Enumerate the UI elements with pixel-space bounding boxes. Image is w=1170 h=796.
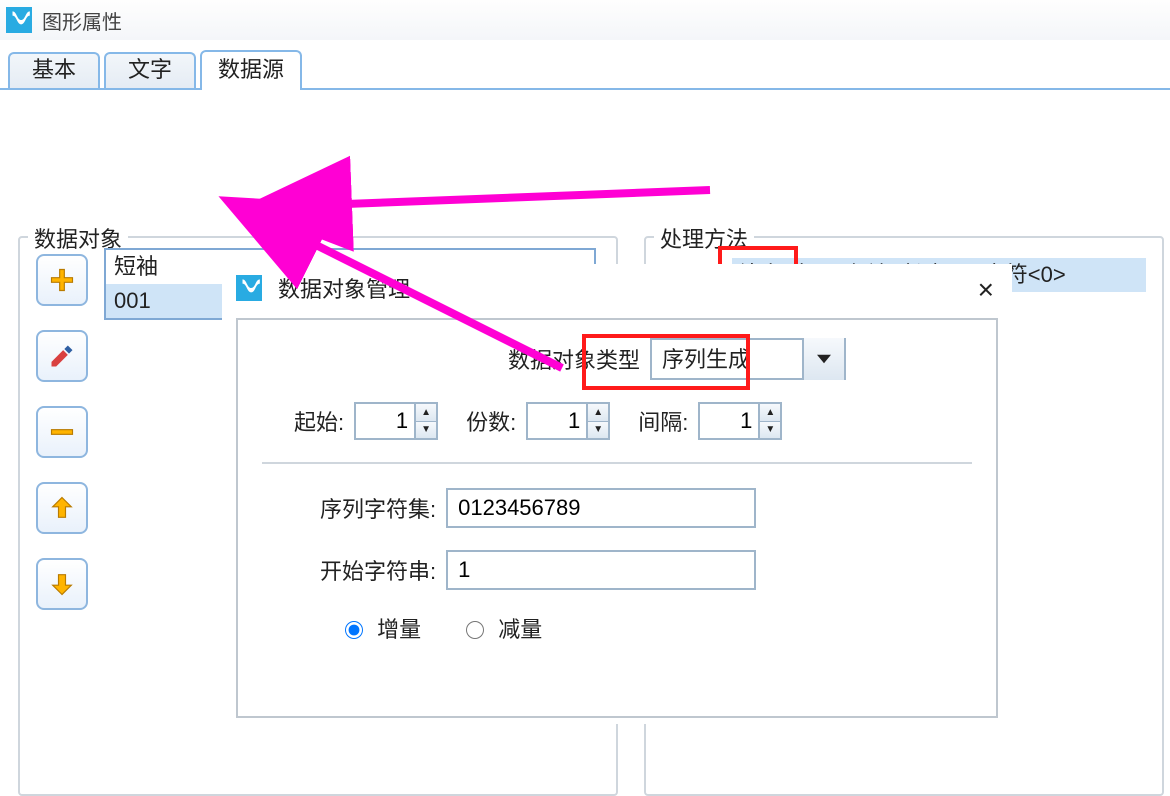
step-input[interactable] — [700, 404, 758, 438]
object-type-label: 数据对象类型 — [508, 343, 640, 375]
add-button[interactable] — [36, 254, 88, 306]
step-spinner[interactable]: ▲ ▼ — [698, 402, 782, 440]
radio-decrement[interactable]: 减量 — [461, 612, 542, 644]
copies-spinner[interactable]: ▲ ▼ — [526, 402, 610, 440]
start-spinner[interactable]: ▲ ▼ — [354, 402, 438, 440]
icon-button-column-left — [36, 254, 96, 634]
edit-button[interactable] — [36, 330, 88, 382]
start-label: 起始: — [294, 405, 344, 437]
tab-basic[interactable]: 基本 — [8, 52, 100, 88]
tab-datasource[interactable]: 数据源 — [200, 50, 302, 90]
radio-decrement-label: 减量 — [498, 617, 542, 642]
separator — [262, 462, 972, 464]
spin-down-icon[interactable]: ▼ — [760, 422, 780, 439]
step-label: 间隔: — [638, 405, 688, 437]
object-type-combobox[interactable]: 序列生成 — [650, 338, 846, 380]
remove-button[interactable] — [36, 406, 88, 458]
dialog-close-button[interactable]: × — [978, 274, 994, 306]
start-input[interactable] — [356, 404, 414, 438]
charset-label: 序列字符集: — [320, 492, 436, 524]
copies-input[interactable] — [528, 404, 586, 438]
spin-up-icon[interactable]: ▲ — [416, 404, 436, 422]
copies-label: 份数: — [466, 405, 516, 437]
radio-increment[interactable]: 增量 — [340, 612, 421, 644]
spin-down-icon[interactable]: ▼ — [416, 422, 436, 439]
dialog-app-icon — [236, 275, 262, 301]
tab-text[interactable]: 文字 — [104, 52, 196, 88]
dialog-title: 数据对象管理 — [278, 272, 410, 304]
window-titlebar: 图形属性 — [0, 0, 1170, 40]
spin-up-icon[interactable]: ▲ — [760, 404, 780, 422]
move-down-button[interactable] — [36, 558, 88, 610]
spin-up-icon[interactable]: ▲ — [588, 404, 608, 422]
object-type-value: 序列生成 — [652, 340, 802, 378]
data-object-manage-dialog: 数据对象管理 × 数据对象类型 序列生成 起始: ▲ ▼ 份数: — [222, 264, 1012, 724]
move-up-button[interactable] — [36, 482, 88, 534]
radio-increment-input[interactable] — [345, 621, 363, 639]
tab-strip: 基本 文字 数据源 — [0, 40, 1170, 90]
dialog-body: 数据对象类型 序列生成 起始: ▲ ▼ 份数: ▲ ▼ 间隔: — [236, 318, 998, 718]
dialog-titlebar: 数据对象管理 × — [222, 264, 1012, 312]
charset-input[interactable] — [446, 488, 756, 528]
app-icon — [6, 7, 32, 33]
startstr-label: 开始字符串: — [320, 554, 436, 586]
chevron-down-icon[interactable] — [802, 338, 844, 380]
window-title: 图形属性 — [42, 6, 122, 35]
startstr-input[interactable] — [446, 550, 756, 590]
radio-decrement-input[interactable] — [466, 621, 484, 639]
groupbox-legend-right: 处理方法 — [654, 222, 754, 254]
radio-increment-label: 增量 — [377, 617, 421, 642]
spin-down-icon[interactable]: ▼ — [588, 422, 608, 439]
